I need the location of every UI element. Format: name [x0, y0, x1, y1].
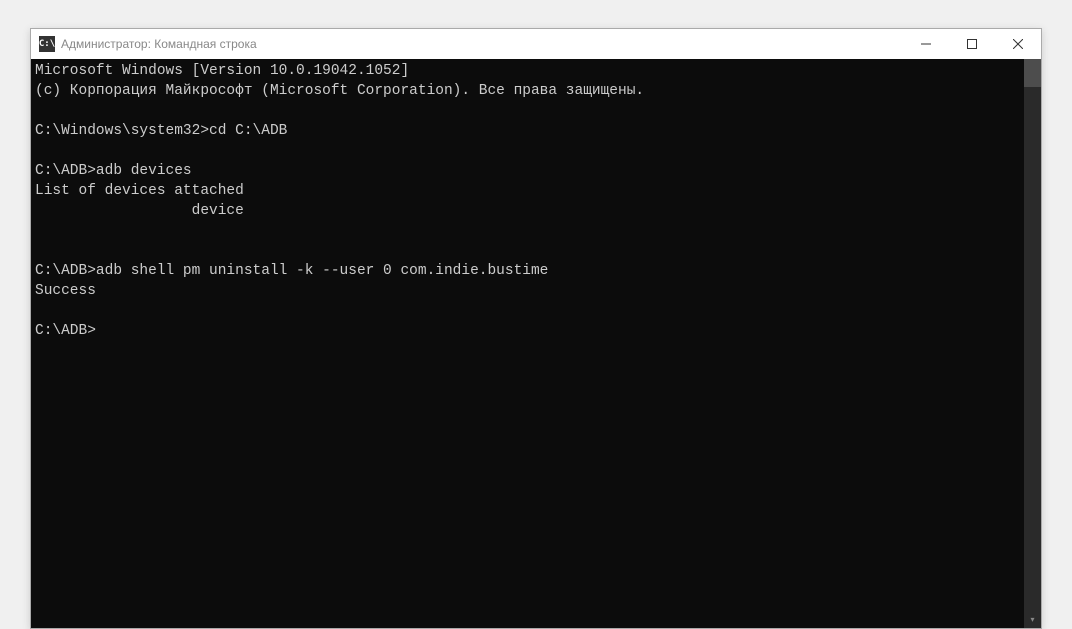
- minimize-button[interactable]: [903, 29, 949, 59]
- vertical-scrollbar[interactable]: ▾: [1024, 59, 1041, 628]
- scrollbar-thumb[interactable]: [1024, 59, 1041, 87]
- window-controls: [903, 29, 1041, 59]
- titlebar[interactable]: C:\ Администратор: Командная строка: [31, 29, 1041, 59]
- scroll-down-arrow[interactable]: ▾: [1024, 611, 1041, 628]
- maximize-button[interactable]: [949, 29, 995, 59]
- app-icon: C:\: [39, 36, 55, 52]
- command-prompt-window: C:\ Администратор: Командная строка Micr…: [30, 28, 1042, 629]
- window-title: Администратор: Командная строка: [61, 37, 903, 51]
- close-button[interactable]: [995, 29, 1041, 59]
- terminal-output[interactable]: Microsoft Windows [Version 10.0.19042.10…: [31, 59, 1024, 628]
- terminal-container: Microsoft Windows [Version 10.0.19042.10…: [31, 59, 1041, 628]
